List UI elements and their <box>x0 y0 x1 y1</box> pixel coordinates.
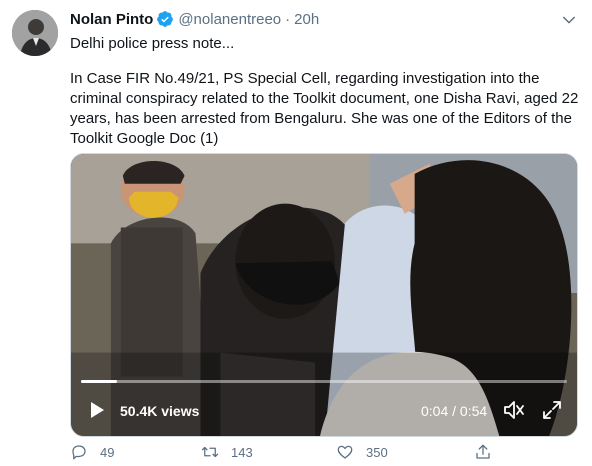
tweet-timestamp[interactable]: 20h <box>294 11 319 28</box>
tweet: Nolan Pinto @nolanentreeo · 20h Delhi po… <box>0 0 592 466</box>
like-count: 350 <box>366 444 388 460</box>
author-name[interactable]: Nolan Pinto <box>70 11 153 28</box>
avatar[interactable] <box>12 10 58 56</box>
video-progress-bar[interactable] <box>81 380 567 383</box>
tweet-body-line: In Case FIR No.49/21, PS Special Cell, r… <box>70 70 540 87</box>
volume-icon[interactable] <box>502 399 526 421</box>
play-icon[interactable] <box>87 400 107 420</box>
like-button[interactable]: 350 <box>336 443 388 461</box>
separator-dot: · <box>285 10 291 28</box>
retweet-count: 143 <box>231 444 253 460</box>
tweet-body-line: years, has been arrested from Bengaluru.… <box>70 110 572 127</box>
share-button[interactable] <box>474 443 492 461</box>
tweet-header: Nolan Pinto @nolanentreeo · 20h <box>70 9 319 29</box>
view-count: 50.4K views <box>120 403 200 419</box>
like-icon <box>337 445 353 459</box>
tweet-intro-line: Delhi police press note... <box>70 35 235 52</box>
reply-button[interactable]: 49 <box>70 443 114 461</box>
reply-count: 49 <box>100 444 115 460</box>
tweet-body-line: Toolkit Google Doc (1) <box>70 130 219 147</box>
chevron-down-icon[interactable] <box>558 9 580 31</box>
video-progress-fill <box>81 380 117 383</box>
video-controls: 50.4K views 0:04 / 0:54 <box>71 390 577 430</box>
author-handle[interactable]: @nolanentreeo <box>178 11 281 28</box>
video-player[interactable]: 50.4K views 0:04 / 0:54 <box>70 153 578 437</box>
tweet-actions: 49 143 350 <box>70 443 580 463</box>
share-icon <box>476 444 490 459</box>
reply-icon <box>72 445 86 460</box>
retweet-icon <box>201 446 219 458</box>
tweet-body-line: criminal conspiracy related to the Toolk… <box>70 90 579 107</box>
retweet-button[interactable]: 143 <box>201 443 253 461</box>
verified-badge-icon <box>156 10 174 28</box>
video-timecode: 0:04 / 0:54 <box>421 403 488 419</box>
fullscreen-icon[interactable] <box>541 399 563 421</box>
tweet-body: In Case FIR No.49/21, PS Special Cell, r… <box>70 69 580 149</box>
